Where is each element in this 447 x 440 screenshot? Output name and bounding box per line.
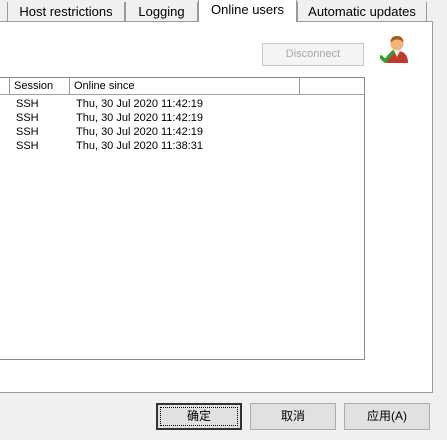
online-since-cell: Thu, 30 Jul 2020 11:38:31 [76,140,204,152]
column-header-blank[interactable] [0,78,10,94]
list-header: Session Online since [0,78,364,95]
focus-rectangle [160,407,238,426]
table-row[interactable]: SSH Thu, 30 Jul 2020 11:38:31 [0,139,364,153]
column-header-session[interactable]: Session [10,78,70,94]
tab-host-restrictions[interactable]: Host restrictions [7,2,125,21]
online-user-check-icon [380,36,408,63]
table-row[interactable]: SSH Thu, 30 Jul 2020 11:42:19 [0,97,364,111]
disconnect-button[interactable]: Disconnect [262,43,364,66]
tab-automatic-updates[interactable]: Automatic updates [297,2,427,21]
session-cell: SSH [16,98,39,110]
tab-label: Logging [138,4,185,19]
tab-label: Host restrictions [19,4,113,19]
tab-online-users[interactable]: Online users [198,0,297,22]
table-row[interactable]: SSH Thu, 30 Jul 2020 11:42:19 [0,125,364,139]
ok-button[interactable]: 确定 [156,403,242,430]
cancel-button-label: 取消 [280,409,305,423]
apply-button-label: 应用(A) [367,409,407,423]
tab-strip: Host restrictions Logging Online users A… [0,0,447,22]
tab-label: Online users [211,2,284,17]
apply-button[interactable]: 应用(A) [344,403,430,430]
column-header-online-since[interactable]: Online since [70,78,300,94]
session-cell: SSH [16,140,39,152]
online-since-cell: Thu, 30 Jul 2020 11:42:19 [76,112,204,124]
cancel-button[interactable]: 取消 [250,403,336,430]
session-cell: SSH [16,126,39,138]
online-users-list[interactable]: Session Online since SSH Thu, 30 Jul 202… [0,77,365,360]
online-since-cell: Thu, 30 Jul 2020 11:42:19 [76,126,204,138]
tab-logging[interactable]: Logging [125,2,198,21]
online-since-cell: Thu, 30 Jul 2020 11:42:19 [76,98,204,110]
table-row[interactable]: SSH Thu, 30 Jul 2020 11:42:19 [0,111,364,125]
tab-label: Automatic updates [308,4,416,19]
session-cell: SSH [16,112,39,124]
